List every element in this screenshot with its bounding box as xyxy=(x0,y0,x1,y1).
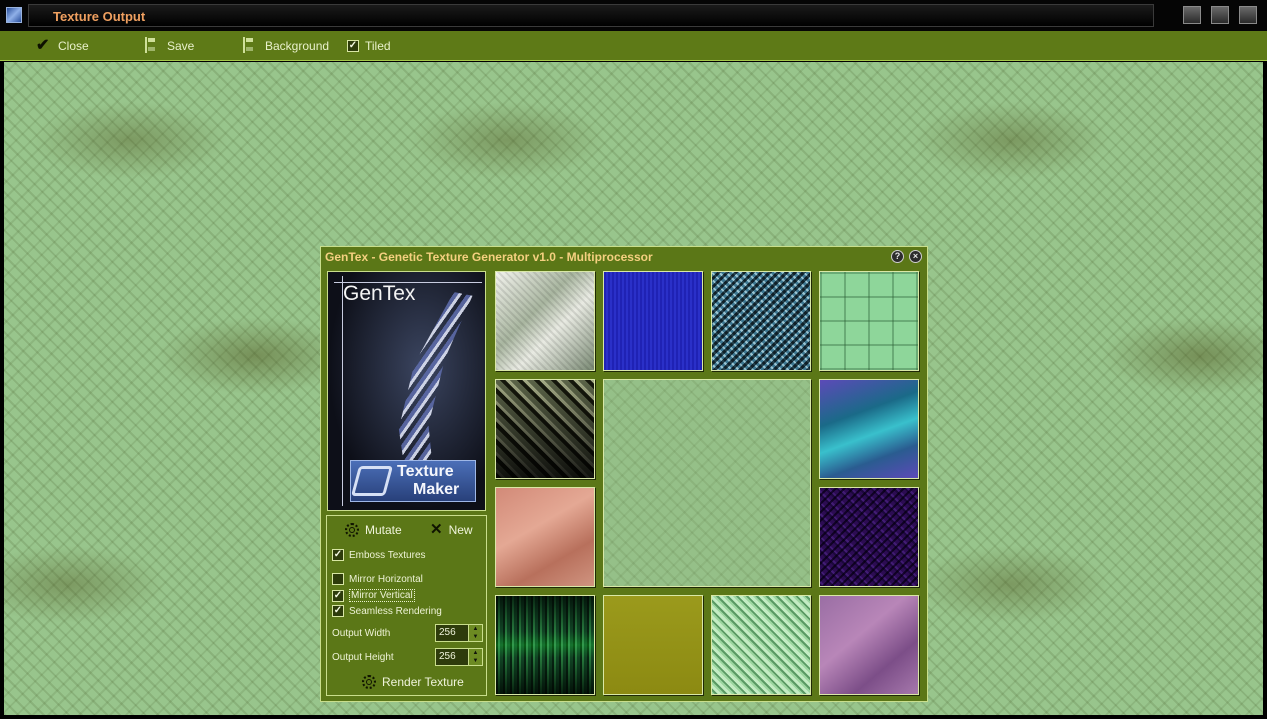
output-width-value[interactable]: 256 xyxy=(439,627,456,638)
mutate-button[interactable]: Mutate xyxy=(345,523,402,537)
tiled-checkbox[interactable]: ✓ Tiled xyxy=(347,38,391,54)
emboss-checkbox[interactable]: ✓ Emboss Textures xyxy=(332,549,426,561)
mutate-label: Mutate xyxy=(365,523,402,537)
help-icon[interactable]: ? xyxy=(891,250,904,263)
cross-icon: ✕ xyxy=(430,521,443,538)
spin-up-icon[interactable]: ▲ xyxy=(468,625,482,633)
checkbox-unchecked-icon xyxy=(332,573,344,585)
mirror-horizontal-label: Mirror Horizontal xyxy=(349,573,423,585)
texture-thumbnail[interactable] xyxy=(603,271,703,371)
output-height-label: Output Height xyxy=(332,652,394,663)
render-texture-button[interactable]: Render Texture xyxy=(362,675,464,689)
spin-down-icon[interactable]: ▼ xyxy=(468,657,482,665)
texture-thumbnail[interactable] xyxy=(495,379,595,479)
texture-thumbnail[interactable] xyxy=(495,271,595,371)
mirror-vertical-checkbox[interactable]: ✓ Mirror Vertical xyxy=(332,589,415,602)
window-title: Texture Output xyxy=(53,9,146,24)
spin-down-icon[interactable]: ▼ xyxy=(468,633,482,641)
texture-thumbnail[interactable] xyxy=(819,487,919,587)
gentex-logo: GenTex Texture Maker xyxy=(327,271,486,511)
texture-thumbnail[interactable] xyxy=(819,271,919,371)
texture-thumbnail[interactable] xyxy=(711,595,811,695)
brand-line2: Maker xyxy=(413,481,460,498)
output-width-label: Output Width xyxy=(332,628,391,639)
controls-panel: Mutate ✕ New ✓ Emboss Textures Mirror Ho… xyxy=(326,515,487,696)
gentex-dialog: GenTex - Genetic Texture Generator v1.0 … xyxy=(320,246,928,702)
title-field: Texture Output xyxy=(28,4,1154,27)
texture-maker-mark-icon xyxy=(350,466,394,496)
texture-thumbnail[interactable] xyxy=(819,595,919,695)
render-texture-label: Render Texture xyxy=(382,675,464,689)
texture-thumbnail[interactable] xyxy=(495,487,595,587)
brand-line1: Texture xyxy=(397,463,454,480)
output-height-value[interactable]: 256 xyxy=(439,651,456,662)
close-label: Close xyxy=(58,39,89,53)
save-button[interactable]: Save xyxy=(145,37,195,54)
texture-thumbnail[interactable] xyxy=(495,595,595,695)
texture-thumbnail[interactable] xyxy=(603,595,703,695)
tiled-label: Tiled xyxy=(365,39,391,53)
floppy-disk-icon xyxy=(243,37,259,54)
minimize-button[interactable] xyxy=(1183,6,1201,24)
checkbox-checked-icon: ✓ xyxy=(332,549,344,561)
maximize-button[interactable] xyxy=(1211,6,1229,24)
close-button[interactable]: ✔ Close xyxy=(36,38,89,54)
gear-icon xyxy=(345,523,359,537)
toolbar: ✔ Close Save Background ✓ Tiled xyxy=(0,31,1267,61)
seamless-label: Seamless Rendering xyxy=(349,605,442,617)
seamless-checkbox[interactable]: ✓ Seamless Rendering xyxy=(332,605,442,617)
checkbox-checked-icon: ✓ xyxy=(332,589,344,602)
dialog-title: GenTex - Genetic Texture Generator v1.0 … xyxy=(325,250,653,264)
close-icon[interactable]: × xyxy=(909,250,922,263)
close-window-button[interactable] xyxy=(1239,6,1257,24)
background-label: Background xyxy=(265,39,330,53)
checkmark-icon: ✔ xyxy=(36,37,50,54)
floppy-disk-icon xyxy=(145,37,161,54)
checkbox-checked-icon: ✓ xyxy=(347,40,359,52)
texture-thumbnail[interactable] xyxy=(819,379,919,479)
background-button[interactable]: Background xyxy=(243,37,330,54)
new-button[interactable]: ✕ New xyxy=(430,521,473,538)
new-label: New xyxy=(448,523,473,537)
window-titlebar: Texture Output xyxy=(0,0,1267,31)
output-width-stepper[interactable]: 256 ▲ ▼ xyxy=(435,624,483,642)
texture-thumbnail[interactable] xyxy=(711,271,811,371)
output-height-stepper[interactable]: 256 ▲ ▼ xyxy=(435,648,483,666)
dna-helix-graphic xyxy=(398,292,473,482)
gear-icon xyxy=(362,675,376,689)
app-icon[interactable] xyxy=(6,7,22,23)
spin-up-icon[interactable]: ▲ xyxy=(468,649,482,657)
mirror-horizontal-checkbox[interactable]: Mirror Horizontal xyxy=(332,573,423,585)
mirror-vertical-label: Mirror Vertical xyxy=(349,589,415,602)
emboss-label: Emboss Textures xyxy=(349,549,426,561)
checkbox-checked-icon: ✓ xyxy=(332,605,344,617)
save-label: Save xyxy=(167,39,195,53)
logo-title: GenTex xyxy=(343,282,416,305)
texture-maker-logo: Texture Maker xyxy=(350,460,476,502)
selected-texture-preview[interactable] xyxy=(603,379,811,587)
